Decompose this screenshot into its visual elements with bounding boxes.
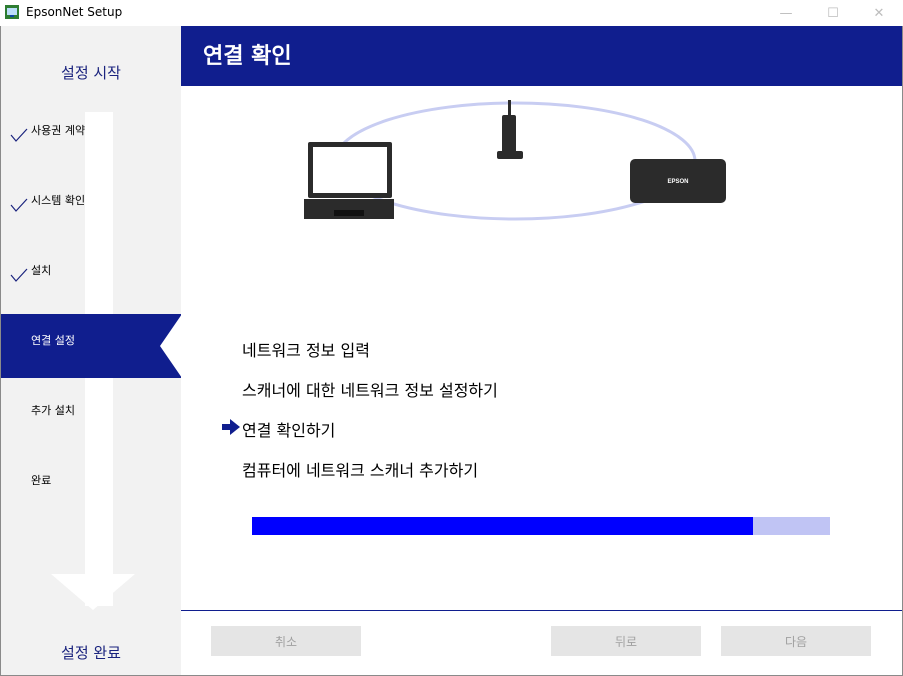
window-title: EpsonNet Setup	[26, 5, 123, 19]
page-header: 연결 확인	[181, 26, 902, 86]
flow-step-scanner-network-settings: 스캐너에 대한 네트워크 정보 설정하기	[242, 381, 498, 400]
checkmark-icon	[10, 128, 28, 142]
minimize-button[interactable]: —	[763, 0, 809, 26]
page-title: 연결 확인	[203, 44, 292, 69]
step-finish: 완료	[31, 474, 52, 487]
flow-step-network-info: 네트워크 정보 입력	[242, 341, 370, 360]
current-step-arrow-icon	[222, 419, 240, 435]
flow-step-add-scanner: 컴퓨터에 네트워크 스캐너 추가하기	[242, 461, 479, 480]
back-button[interactable]: 뒤로	[551, 626, 701, 656]
close-button[interactable]: ✕	[856, 0, 902, 26]
step-additional-install: 추가 설치	[31, 404, 75, 417]
step-connection-setup: 연결 설정	[31, 334, 75, 347]
progress-arrow-head	[51, 574, 135, 610]
step-install: 설치	[31, 264, 52, 277]
cancel-button[interactable]: 취소	[211, 626, 361, 656]
maximize-button[interactable]: ☐	[810, 0, 856, 26]
setup-start-label: 설정 시작	[61, 64, 121, 82]
app-icon	[5, 5, 19, 19]
network-diagram: EPSON	[304, 100, 726, 221]
checkmark-icon	[10, 268, 28, 282]
progress-bar-fill	[252, 517, 754, 535]
scanner-brand-label: EPSON	[667, 179, 688, 185]
active-step-notch	[160, 314, 182, 378]
next-button[interactable]: 다음	[721, 626, 871, 656]
step-connection-setup-active	[1, 314, 181, 378]
laptop-icon	[304, 142, 394, 219]
flow-step-connection-check: 연결 확인하기	[242, 421, 336, 440]
scanner-icon: EPSON	[630, 159, 726, 203]
setup-complete-label: 설정 완료	[61, 644, 121, 662]
footer-divider	[181, 610, 902, 611]
progress-bar	[252, 517, 830, 535]
checkmark-icon	[10, 198, 28, 212]
router-icon	[497, 100, 523, 159]
title-bar: EpsonNet Setup — ☐ ✕	[0, 0, 903, 26]
step-license: 사용권 계약	[31, 124, 86, 137]
step-system-check: 시스템 확인	[31, 194, 86, 207]
